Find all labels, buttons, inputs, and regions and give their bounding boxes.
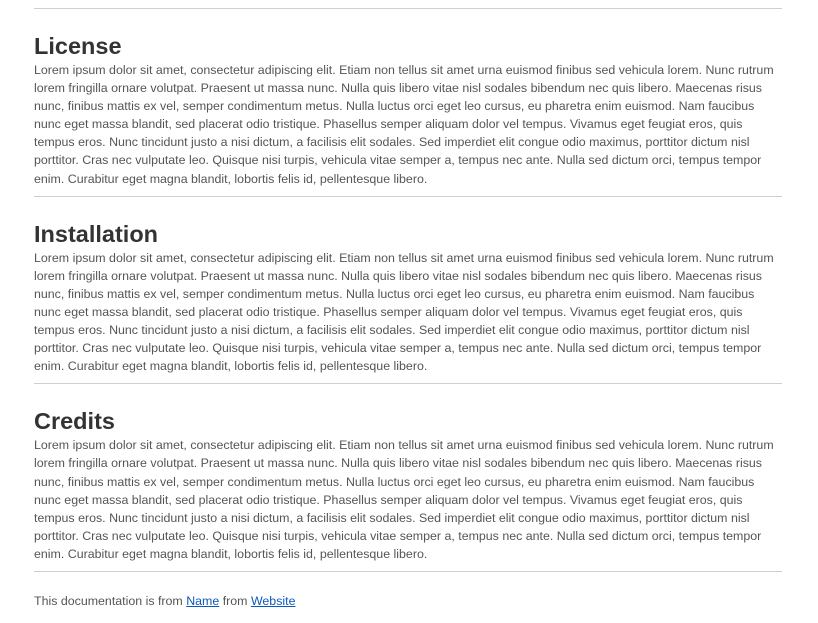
- installation-section: Installation Lorem ipsum dolor sit amet,…: [34, 197, 782, 384]
- name-link[interactable]: Name: [186, 594, 219, 608]
- section-body-license: Lorem ipsum dolor sit amet, consectetur …: [34, 63, 774, 186]
- documentation-page: License Lorem ipsum dolor sit amet, cons…: [34, 8, 782, 610]
- section-title-credits: Credits: [34, 408, 115, 435]
- credits-section: Credits Lorem ipsum dolor sit amet, cons…: [34, 384, 782, 571]
- section-title-installation: Installation: [34, 220, 159, 247]
- section-body-credits: Lorem ipsum dolor sit amet, consectetur …: [34, 438, 774, 561]
- footer-prefix: This documentation is from: [34, 593, 187, 608]
- footer-middle: from: [219, 593, 251, 608]
- license-section: License Lorem ipsum dolor sit amet, cons…: [34, 9, 782, 196]
- section-title-license: License: [34, 33, 122, 59]
- section-body-installation: Lorem ipsum dolor sit amet, consectetur …: [34, 250, 774, 374]
- website-link[interactable]: Website: [251, 594, 296, 608]
- footer: This documentation is from Name from Web…: [34, 572, 782, 610]
